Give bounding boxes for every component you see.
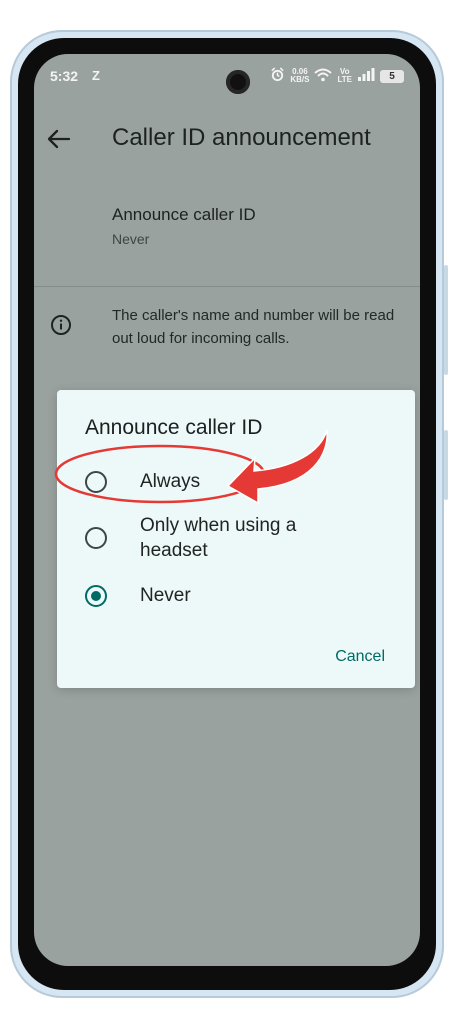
info-text: The caller's name and number will be rea… xyxy=(112,307,395,347)
network-type: Vo LTE xyxy=(337,68,352,84)
back-arrow-icon[interactable] xyxy=(44,124,74,154)
network-bottom: LTE xyxy=(337,75,352,84)
info-icon xyxy=(50,314,72,336)
setting-value: Never xyxy=(112,231,150,247)
option-always[interactable]: Always xyxy=(85,469,385,494)
page-title: Caller ID announcement xyxy=(112,124,371,151)
option-headset[interactable]: Only when using a headset xyxy=(85,513,385,563)
power-button xyxy=(444,430,448,500)
phone-screen: 5:32 Z 0.06 KB/S Vo LTE 5 Caller ID anno… xyxy=(34,54,420,966)
radio-button-selected[interactable] xyxy=(85,584,107,607)
announce-caller-id-setting[interactable]: Announce caller ID Never xyxy=(112,204,400,248)
status-time: 5:32 xyxy=(50,68,79,84)
announce-caller-id-dialog: Announce caller ID Always Only when usin… xyxy=(57,390,415,688)
status-icons: 0.06 KB/S Vo LTE 5 xyxy=(270,66,404,86)
volume-button xyxy=(444,265,448,375)
cancel-button[interactable]: Cancel xyxy=(333,643,387,671)
signal-icon xyxy=(357,68,375,84)
status-indicator: Z xyxy=(92,68,100,83)
option-never[interactable]: Never xyxy=(85,583,385,608)
battery-icon: 5 xyxy=(380,69,404,83)
data-speed: 0.06 KB/S xyxy=(290,68,309,84)
phone-bezel: 5:32 Z 0.06 KB/S Vo LTE 5 Caller ID anno… xyxy=(18,38,436,990)
status-bar: 5:32 Z 0.06 KB/S Vo LTE 5 xyxy=(34,54,420,94)
dialog-title: Announce caller ID xyxy=(85,416,263,439)
setting-title: Announce caller ID xyxy=(112,205,256,224)
alarm-icon xyxy=(270,67,285,85)
front-camera xyxy=(226,70,250,94)
app-bar: Caller ID announcement xyxy=(34,122,420,174)
radio-button[interactable] xyxy=(85,527,107,549)
phone-frame: 5:32 Z 0.06 KB/S Vo LTE 5 Caller ID anno… xyxy=(10,30,448,998)
data-speed-unit: KB/S xyxy=(290,75,310,84)
option-label: Always xyxy=(140,471,201,492)
option-label: Only when using a headset xyxy=(140,515,297,561)
radio-button[interactable] xyxy=(85,470,107,493)
divider xyxy=(34,286,420,287)
option-label: Never xyxy=(140,585,191,606)
wifi-icon xyxy=(314,68,333,85)
